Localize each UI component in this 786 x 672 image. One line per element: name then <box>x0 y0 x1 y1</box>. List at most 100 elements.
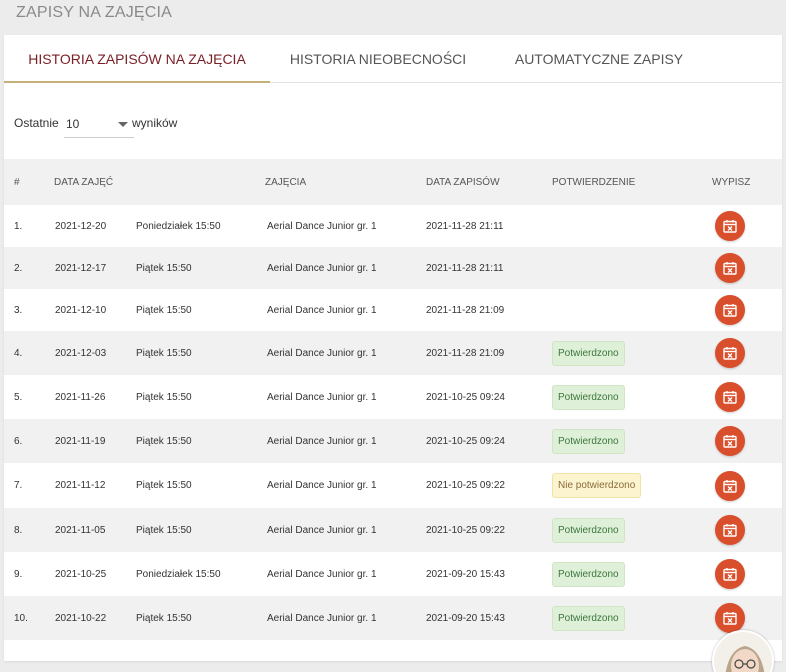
table-row: 2. 2021-12-17 Piątek 15:50 Aerial Dance Jun… <box>4 247 782 289</box>
calendar-x-icon <box>723 304 737 317</box>
unsubscribe-button[interactable] <box>715 253 745 283</box>
cell-number: 7. <box>14 480 23 491</box>
cell-signup-date: 2021-10-25 09:24 <box>426 391 505 403</box>
cell-signup-date: 2021-11-28 21:11 <box>426 262 504 274</box>
tab-automatic-signups[interactable]: AUTOMATYCZNE ZAPISY <box>509 35 689 83</box>
cell-number: 6. <box>14 435 23 447</box>
status-badge: Nie potwierdzono <box>552 473 642 498</box>
cell-class-name: Aerial Dance Junior gr. 1 <box>267 391 377 403</box>
cell-unsubscribe <box>712 508 782 552</box>
unsubscribe-button[interactable] <box>715 295 745 325</box>
cell-confirmation: Nie potwierdzono <box>545 463 712 508</box>
table-row: 8. 2021-11-05 Piątek 15:50 Aerial Dance Jun… <box>4 508 782 552</box>
cell-class-name: Aerial Dance Junior gr. 1 <box>267 435 377 447</box>
calendar-x-icon <box>723 391 737 404</box>
cell-number: 8. <box>14 524 23 536</box>
cell-unsubscribe <box>712 205 782 247</box>
cell-confirmation: Potwierdzono <box>545 331 712 375</box>
table-row: 9. 2021-10-25 Poniedziałek 15:50 Aerial Dan… <box>4 552 782 596</box>
cell-unsubscribe <box>712 419 782 463</box>
cell-confirmation: Potwierdzono <box>545 596 712 640</box>
calendar-x-icon <box>723 612 737 625</box>
cell-number: 4. <box>14 347 23 359</box>
cell-class-time: Piątek 15:50 <box>136 262 192 274</box>
cell-class-time: Poniedziałek 15:50 <box>136 568 221 580</box>
cell-unsubscribe <box>712 331 782 375</box>
cell-signup-date: 2021-10-25 09:24 <box>426 435 505 447</box>
status-badge: Potwierdzono <box>552 384 625 410</box>
cell-confirmation: Potwierdzono <box>545 552 712 596</box>
cell-unsubscribe <box>712 289 782 331</box>
status-badge: Potwierdzono <box>552 340 625 366</box>
header-signup-date: DATA ZAPISÓW <box>426 176 500 188</box>
filter-label-before: Ostatnie <box>14 116 59 130</box>
cell-class-date: 2021-11-26 <box>55 391 106 403</box>
cell-signup-date: 2021-11-28 21:11 <box>426 220 504 232</box>
table-row: 3. 2021-12-10 Piątek 15:50 Aerial Dance Jun… <box>4 289 782 331</box>
status-badge: Potwierdzono <box>552 605 625 631</box>
cell-confirmation <box>545 247 712 289</box>
cell-class-time: Piątek 15:50 <box>136 347 192 359</box>
cell-number: 9. <box>14 568 23 580</box>
results-count-select[interactable]: 10 <box>64 111 134 138</box>
cell-confirmation <box>545 205 712 247</box>
unsubscribe-button[interactable] <box>715 426 745 456</box>
cell-class-date: 2021-10-22 <box>55 612 107 624</box>
page-title: ZAPISY NA ZAJĘCIA <box>16 4 173 21</box>
tab-history-absences[interactable]: HISTORIA NIEOBECNOŚCI <box>284 35 472 83</box>
cell-class-time: Piątek 15:50 <box>136 435 192 447</box>
unsubscribe-button[interactable] <box>715 338 745 368</box>
unsubscribe-button[interactable] <box>715 515 745 545</box>
calendar-x-icon <box>723 262 737 275</box>
cell-confirmation: Potwierdzono <box>545 419 712 463</box>
cell-unsubscribe <box>712 463 782 508</box>
table-row: 5. 2021-11-26 Piątek 15:50 Aerial Dance Jun… <box>4 375 782 419</box>
cell-number: 5. <box>14 391 23 403</box>
content-card: HISTORIA ZAPISÓW NA ZAJĘCIA HISTORIA NIE… <box>4 35 782 661</box>
cell-signup-date: 2021-09-20 15:43 <box>426 568 505 580</box>
cell-class-name: Aerial Dance Junior gr. 1 <box>267 524 377 536</box>
cell-unsubscribe <box>712 552 782 596</box>
cell-class-time: Piątek 15:50 <box>136 304 192 316</box>
calendar-x-icon <box>723 479 737 493</box>
header-number: # <box>14 176 20 188</box>
chevron-down-icon <box>118 122 128 127</box>
cell-confirmation <box>545 289 712 331</box>
cell-class-time: Poniedziałek 15:50 <box>136 220 221 232</box>
cell-class-name: Aerial Dance Junior gr. 1 <box>267 304 377 316</box>
tab-bar: HISTORIA ZAPISÓW NA ZAJĘCIA HISTORIA NIE… <box>4 35 782 83</box>
tab-history-signups[interactable]: HISTORIA ZAPISÓW NA ZAJĘCIA <box>4 35 270 83</box>
unsubscribe-button[interactable] <box>715 211 745 241</box>
cell-class-name: Aerial Dance Junior gr. 1 <box>267 568 377 580</box>
cell-confirmation: Potwierdzono <box>545 508 712 552</box>
unsubscribe-button[interactable] <box>715 470 745 501</box>
cell-class-time: Piątek 15:50 <box>136 480 192 491</box>
calendar-x-icon <box>723 347 737 360</box>
cell-class-time: Piątek 15:50 <box>136 391 192 403</box>
unsubscribe-button[interactable] <box>715 559 745 589</box>
header-confirmation: POTWIERDZENIE <box>552 176 636 188</box>
cell-class-date: 2021-11-05 <box>55 524 106 536</box>
cell-class-date: 2021-11-12 <box>55 480 106 491</box>
results-count-value: 10 <box>66 117 80 131</box>
header-unsubscribe: WYPISZ <box>712 176 751 188</box>
cell-class-date: 2021-12-20 <box>55 220 107 232</box>
cell-class-date: 2021-12-10 <box>55 304 107 316</box>
cell-signup-date: 2021-11-28 21:09 <box>426 347 505 359</box>
cell-class-name: Aerial Dance Junior gr. 1 <box>267 262 377 274</box>
header-class-name: ZAJĘCIA <box>265 176 307 188</box>
table-row: 6. 2021-11-19 Piątek 15:50 Aerial Dance Jun… <box>4 419 782 463</box>
cell-class-name: Aerial Dance Junior gr. 1 <box>267 220 377 232</box>
cell-class-date: 2021-12-03 <box>55 347 107 359</box>
unsubscribe-button[interactable] <box>715 603 745 633</box>
header-class-date: DATA ZAJĘĆ <box>54 176 114 188</box>
cell-signup-date: 2021-11-28 21:09 <box>426 304 505 316</box>
header-class-time <box>136 159 265 205</box>
unsubscribe-button[interactable] <box>715 382 745 412</box>
calendar-x-icon <box>723 220 737 233</box>
cell-number: 1. <box>14 220 23 232</box>
calendar-x-icon <box>723 568 737 581</box>
status-badge: Potwierdzono <box>552 428 625 454</box>
cell-number: 3. <box>14 304 23 316</box>
cell-class-time: Piątek 15:50 <box>136 524 192 536</box>
